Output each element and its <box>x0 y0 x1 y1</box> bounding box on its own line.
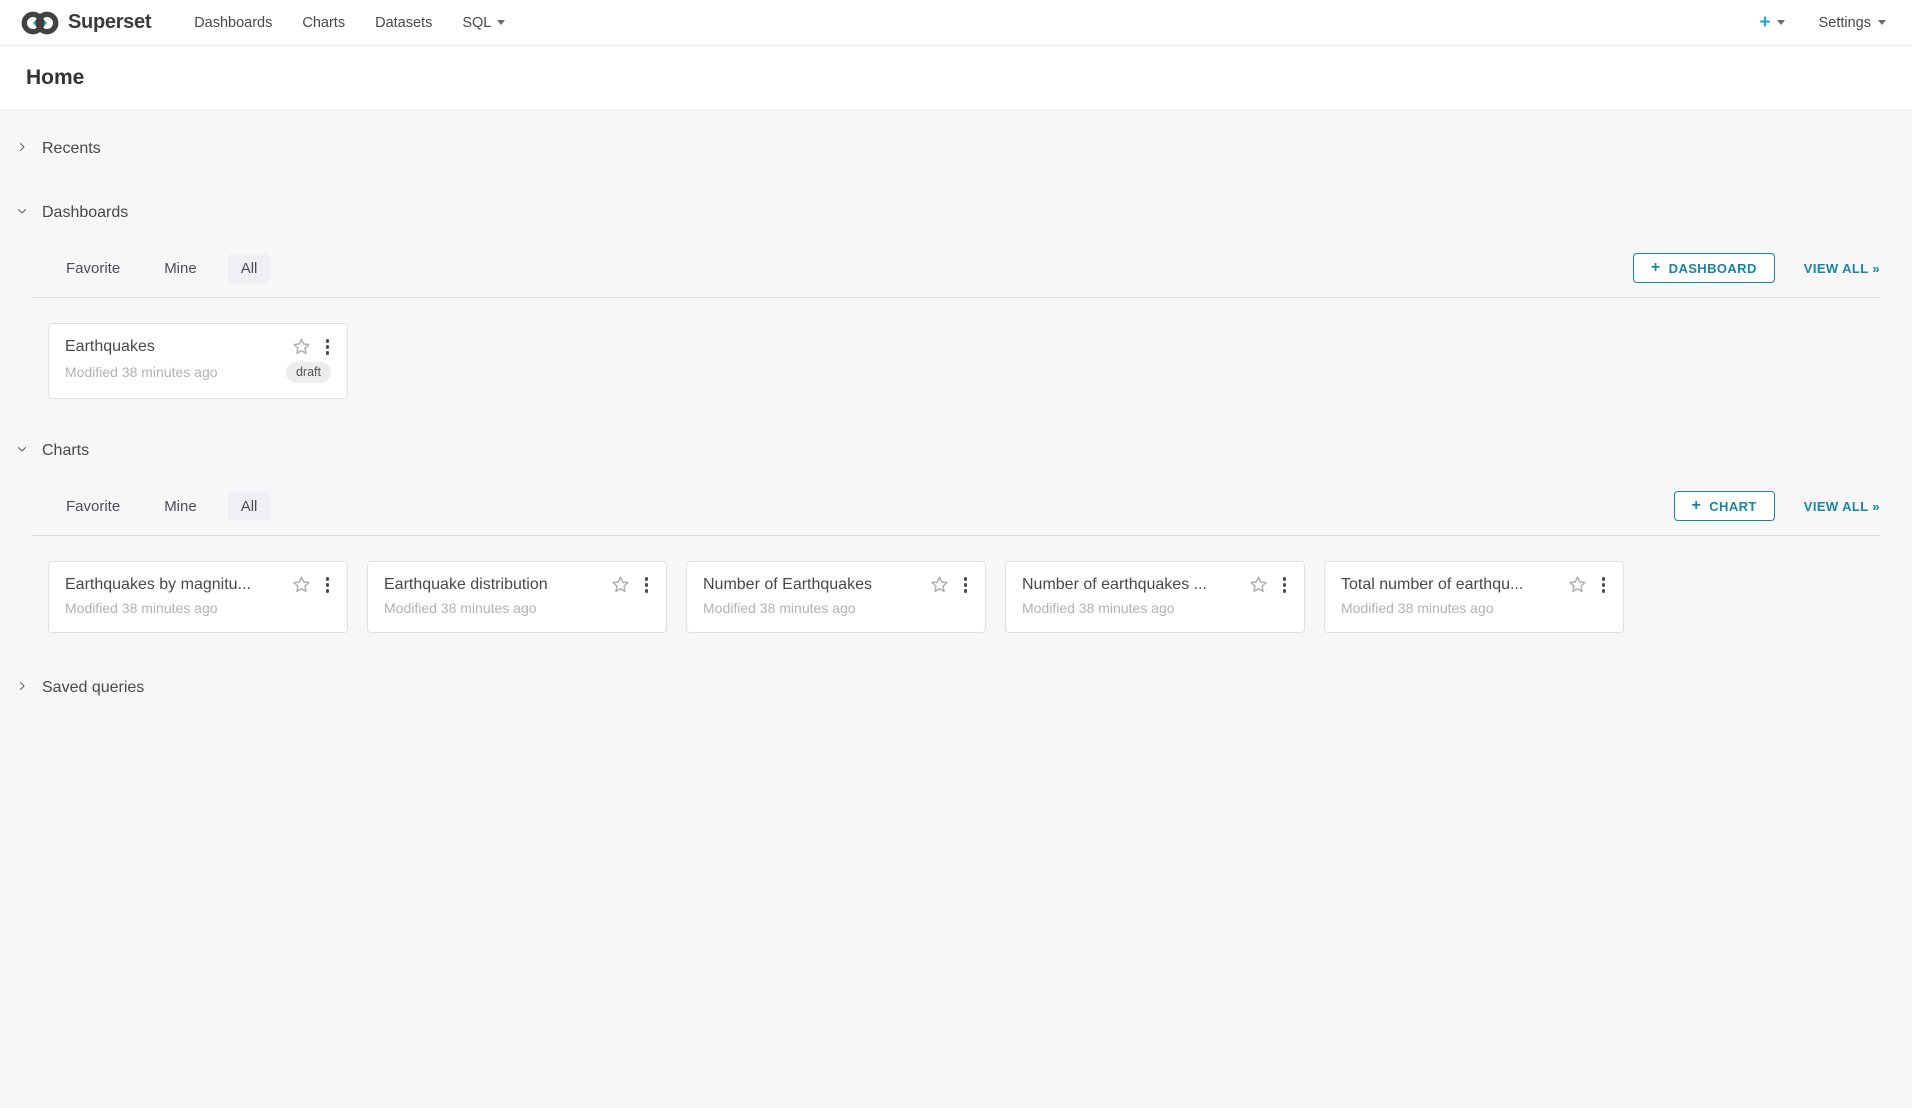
chart-card[interactable]: Total number of earthqu... Modified 38 m… <box>1324 561 1624 633</box>
nav-right: + Settings <box>1759 13 1886 32</box>
charts-actions: + CHART VIEW ALL » <box>1674 491 1880 521</box>
nav-menu: Dashboards Charts Datasets SQL <box>179 0 520 46</box>
plus-icon: + <box>1759 13 1770 32</box>
draft-status-badge: draft <box>286 362 331 383</box>
card-title[interactable]: Total number of earthqu... <box>1341 576 1560 594</box>
dashboards-label: Dashboards <box>42 204 128 222</box>
dashboards-collapse-header[interactable]: Dashboards <box>0 201 1912 225</box>
superset-infinity-icon <box>20 9 60 37</box>
charts-view-all-link[interactable]: VIEW ALL » <box>1804 499 1880 514</box>
kebab-menu-icon[interactable] <box>1600 575 1608 595</box>
favorite-star-icon[interactable] <box>292 575 311 594</box>
favorite-star-icon[interactable] <box>292 337 311 356</box>
card-modified: Modified 38 minutes ago <box>65 600 218 616</box>
caret-down-icon <box>497 20 505 25</box>
favorite-star-icon[interactable] <box>1568 575 1587 594</box>
dashboards-toolbar: Favorite Mine All + DASHBOARD VIEW ALL » <box>32 253 1880 298</box>
charts-card-row: Earthquakes by magnitu... Modified 38 mi… <box>48 561 1880 633</box>
dashboards-tabs: Favorite Mine All <box>53 254 270 283</box>
card-modified: Modified 38 minutes ago <box>703 600 856 616</box>
home-content: Recents Dashboards Favorite Mine All + D… <box>0 111 1912 700</box>
card-title[interactable]: Number of Earthquakes <box>703 576 922 594</box>
chart-card[interactable]: Number of Earthquakes Modified 38 minute… <box>686 561 986 633</box>
add-dashboard-button[interactable]: + DASHBOARD <box>1633 253 1775 283</box>
chevron-right-icon <box>16 140 28 158</box>
add-chart-button[interactable]: + CHART <box>1674 491 1775 521</box>
dashboards-card-row: Earthquakes Modified 38 minutes ago draf… <box>48 323 1880 399</box>
nav-item-datasets[interactable]: Datasets <box>360 0 447 46</box>
saved-queries-label: Saved queries <box>42 679 144 697</box>
dashboard-card[interactable]: Earthquakes Modified 38 minutes ago draf… <box>48 323 348 399</box>
kebab-menu-icon[interactable] <box>324 575 332 595</box>
charts-tabs: Favorite Mine All <box>53 492 270 521</box>
chevron-right-icon <box>16 679 28 697</box>
card-title[interactable]: Earthquakes by magnitu... <box>65 576 284 594</box>
page-title: Home <box>26 66 84 90</box>
settings-dropdown[interactable]: Settings <box>1819 15 1886 31</box>
chart-card[interactable]: Earthquakes by magnitu... Modified 38 mi… <box>48 561 348 633</box>
caret-down-icon <box>1878 20 1886 25</box>
charts-toolbar: Favorite Mine All + CHART VIEW ALL » <box>32 491 1880 536</box>
page-header: Home <box>0 46 1912 111</box>
favorite-star-icon[interactable] <box>611 575 630 594</box>
brand-name: Superset <box>68 11 151 34</box>
tab-favorite[interactable]: Favorite <box>53 492 133 521</box>
kebab-menu-icon[interactable] <box>324 337 332 357</box>
plus-icon: + <box>1692 498 1702 514</box>
card-title[interactable]: Number of earthquakes ... <box>1022 576 1241 594</box>
chart-card[interactable]: Number of earthquakes ... Modified 38 mi… <box>1005 561 1305 633</box>
card-title[interactable]: Earthquake distribution <box>384 576 603 594</box>
superset-logo[interactable]: Superset <box>20 9 151 37</box>
chart-card[interactable]: Earthquake distribution Modified 38 minu… <box>367 561 667 633</box>
tab-mine[interactable]: Mine <box>151 254 210 283</box>
recents-collapse-header[interactable]: Recents <box>0 137 1912 161</box>
card-modified: Modified 38 minutes ago <box>1341 600 1494 616</box>
tab-all[interactable]: All <box>228 492 271 521</box>
caret-down-icon <box>1777 20 1785 25</box>
plus-icon: + <box>1651 260 1661 276</box>
card-title[interactable]: Earthquakes <box>65 338 284 356</box>
saved-queries-collapse-header[interactable]: Saved queries <box>0 676 1912 700</box>
card-modified: Modified 38 minutes ago <box>384 600 537 616</box>
kebab-menu-icon[interactable] <box>1281 575 1289 595</box>
kebab-menu-icon[interactable] <box>643 575 651 595</box>
dashboards-view-all-link[interactable]: VIEW ALL » <box>1804 261 1880 276</box>
tab-mine[interactable]: Mine <box>151 492 210 521</box>
dashboards-actions: + DASHBOARD VIEW ALL » <box>1633 253 1880 283</box>
favorite-star-icon[interactable] <box>930 575 949 594</box>
chevron-down-icon <box>16 442 28 460</box>
kebab-menu-icon[interactable] <box>962 575 970 595</box>
nav-item-charts[interactable]: Charts <box>287 0 360 46</box>
card-modified: Modified 38 minutes ago <box>1022 600 1175 616</box>
nav-item-dashboards[interactable]: Dashboards <box>179 0 287 46</box>
nav-item-sql[interactable]: SQL <box>447 0 520 46</box>
new-item-dropdown[interactable]: + <box>1759 13 1784 32</box>
charts-label: Charts <box>42 442 89 460</box>
recents-label: Recents <box>42 140 101 158</box>
charts-collapse-header[interactable]: Charts <box>0 439 1912 463</box>
chevron-down-icon <box>16 204 28 222</box>
tab-all[interactable]: All <box>228 254 271 283</box>
tab-favorite[interactable]: Favorite <box>53 254 133 283</box>
top-navbar: Superset Dashboards Charts Datasets SQL … <box>0 0 1912 46</box>
card-modified: Modified 38 minutes ago <box>65 364 218 380</box>
favorite-star-icon[interactable] <box>1249 575 1268 594</box>
